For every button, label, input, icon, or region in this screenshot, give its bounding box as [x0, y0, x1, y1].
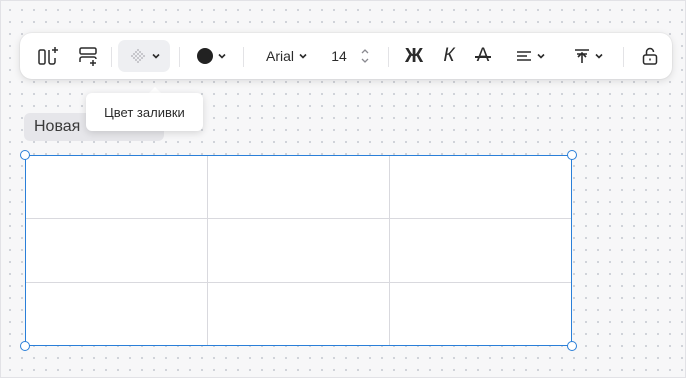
font-family-label: Arial: [265, 48, 294, 64]
toolbar-separator: [179, 47, 180, 67]
font-size-value: 14: [331, 48, 347, 64]
strikethrough-line: [475, 56, 491, 58]
table[interactable]: [25, 155, 572, 346]
bold-button[interactable]: Ж: [402, 33, 426, 79]
resize-handle-top-right[interactable]: [567, 150, 577, 160]
tooltip-text: Цвет заливки: [104, 104, 185, 120]
font-size-field[interactable]: 14: [328, 33, 350, 79]
toolbar-separator: [111, 47, 112, 67]
table-cell[interactable]: [390, 283, 571, 345]
align-icon: [516, 51, 531, 61]
lock-button[interactable]: [638, 33, 662, 79]
toolbar-separator: [243, 47, 244, 67]
table-cell[interactable]: [390, 156, 571, 219]
table-cell[interactable]: [26, 156, 208, 219]
table-cell[interactable]: [208, 156, 390, 219]
format-toolbar: Arial 14 Ж К А: [20, 33, 672, 79]
color-dot-icon: [197, 48, 213, 64]
fill-color-button[interactable]: [118, 33, 170, 79]
table-title-text: Новая: [34, 118, 81, 135]
vertical-align-top-icon: [574, 49, 589, 63]
resize-handle-bottom-right[interactable]: [567, 341, 577, 351]
table-cell[interactable]: [208, 283, 390, 345]
chevron-down-icon: [536, 53, 545, 59]
italic-label: К: [443, 45, 455, 66]
align-select[interactable]: [510, 33, 550, 79]
table-cell[interactable]: [390, 219, 571, 283]
stepper-icon: [361, 49, 369, 63]
table-cell[interactable]: [26, 283, 208, 345]
chevron-down-icon: [299, 53, 307, 59]
chevron-down-icon: [594, 53, 603, 59]
add-row-icon: [79, 47, 97, 66]
resize-handle-bottom-left[interactable]: [20, 341, 30, 351]
font-size-stepper[interactable]: [357, 33, 373, 79]
toolbar-separator: [388, 47, 389, 67]
add-column-button[interactable]: [34, 33, 62, 79]
vertical-align-select[interactable]: [568, 33, 608, 79]
chevron-down-icon: [218, 53, 226, 59]
add-column-icon: [38, 47, 58, 65]
font-family-select[interactable]: Arial: [255, 33, 319, 79]
chevron-down-icon: [151, 53, 160, 59]
table-cell[interactable]: [208, 219, 390, 283]
add-row-button[interactable]: [74, 33, 102, 79]
unlock-icon: [642, 47, 658, 65]
italic-button[interactable]: К: [438, 33, 460, 79]
resize-handle-top-left[interactable]: [20, 150, 30, 160]
bold-label: Ж: [404, 44, 424, 67]
table-cell[interactable]: [26, 219, 208, 283]
toolbar-separator: [623, 47, 624, 67]
fill-pattern-icon: [130, 49, 145, 63]
strikethrough-button[interactable]: А: [470, 33, 496, 79]
text-color-button[interactable]: [190, 33, 234, 79]
tooltip: Цвет заливки: [86, 93, 203, 131]
